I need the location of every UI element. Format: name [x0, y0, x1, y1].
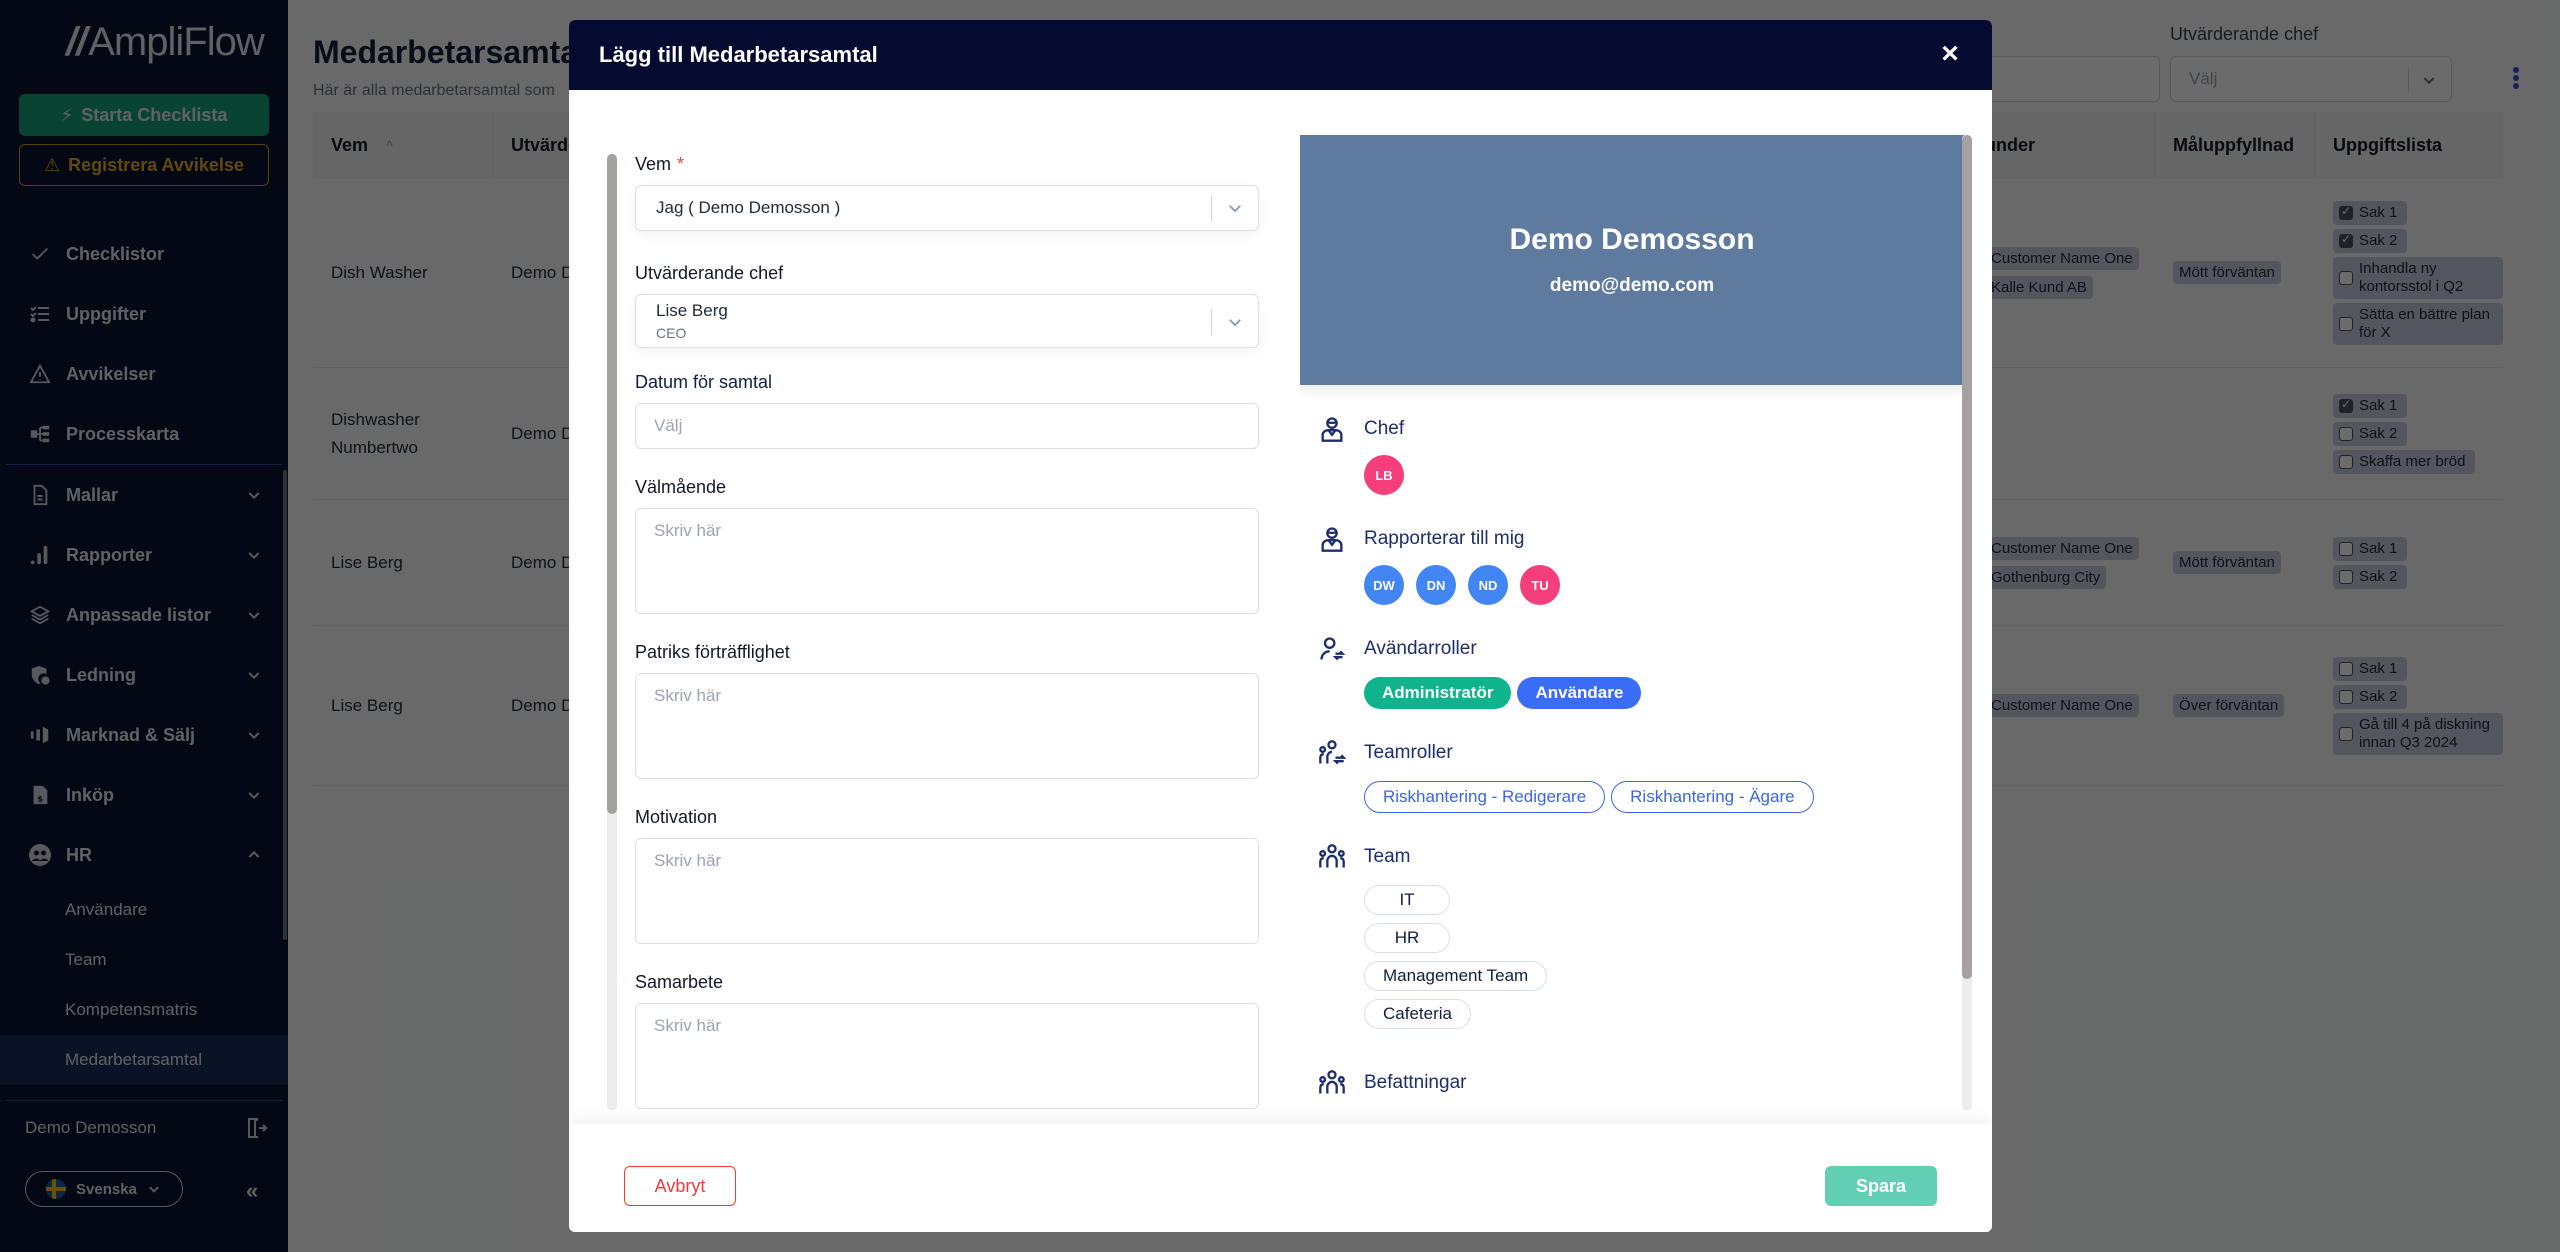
- teams-list: IT HR Management Team Cafeteria: [1364, 885, 1964, 1029]
- profile-panel: Demo Demosson demo@demo.com Chef LB Rapp…: [1300, 135, 1964, 1110]
- field-patriks-fortrafflighet: Patriks förträfflighet Skriv här: [635, 642, 1259, 779]
- date-placeholder: Välj: [654, 416, 683, 435]
- vem-value: Jag ( Demo Demosson ): [656, 198, 841, 217]
- required-marker: *: [677, 154, 685, 174]
- chef-title: CEO: [656, 325, 687, 341]
- section-positions: Befattningar: [1300, 1069, 1964, 1097]
- section-teams: Team IT HR Management Team Cafeteria: [1300, 843, 1964, 1029]
- field-valmaende: Välmående Skriv här: [635, 477, 1259, 614]
- close-icon[interactable]: ×: [1936, 39, 1964, 69]
- field-motivation: Motivation Skriv här: [635, 807, 1259, 944]
- team-badge: IT: [1364, 885, 1450, 915]
- vem-label-text: Vem: [635, 154, 672, 174]
- team-role-badge: Riskhantering - Ägare: [1611, 781, 1814, 813]
- manager-icon: [1321, 527, 1343, 552]
- textarea-placeholder: Skriv här: [654, 686, 722, 705]
- profile-name: Demo Demosson: [1509, 223, 1755, 256]
- motivation-textarea[interactable]: Skriv här: [635, 838, 1259, 944]
- vem-select[interactable]: Jag ( Demo Demosson ): [635, 185, 1259, 231]
- textarea-label: Patriks förträfflighet: [635, 642, 790, 662]
- form-scrollbar-thumb[interactable]: [607, 154, 617, 814]
- textarea-label: Samarbete: [635, 972, 724, 992]
- chef-avatars: LB: [1364, 455, 1964, 495]
- modal-body: Vem * Jag ( Demo Demosson ) Utvärderande …: [569, 90, 1992, 1124]
- modal-title: Lägg till Medarbetarsamtal: [599, 42, 878, 67]
- section-title: Befattningar: [1364, 1072, 1467, 1093]
- date-label: Datum för samtal: [635, 372, 773, 392]
- section-team-roles: Teamroller Riskhantering - Redigerare Ri…: [1300, 739, 1964, 813]
- samarbete-textarea[interactable]: Skriv här: [635, 1003, 1259, 1109]
- section-title: Avändarroller: [1364, 638, 1477, 659]
- section-title: Teamroller: [1364, 742, 1453, 763]
- section-chef: Chef LB: [1300, 415, 1964, 495]
- textarea-placeholder: Skriv här: [654, 1016, 722, 1035]
- avatar[interactable]: DW: [1364, 565, 1404, 605]
- manager-icon: [1321, 417, 1343, 442]
- profile-email: demo@demo.com: [1549, 275, 1715, 296]
- role-badge: Administratör: [1364, 677, 1512, 709]
- field-date: Datum för samtal Välj: [635, 372, 1259, 449]
- appraisal-form: Vem * Jag ( Demo Demosson ) Utvärderande …: [635, 154, 1259, 1137]
- field-samarbete: Samarbete Skriv här: [635, 972, 1259, 1109]
- avatar[interactable]: LB: [1364, 455, 1404, 495]
- field-vem: Vem * Jag ( Demo Demosson ): [635, 154, 1259, 231]
- patriks-fortrafflighet-textarea[interactable]: Skriv här: [635, 673, 1259, 779]
- valmaende-textarea[interactable]: Skriv här: [635, 508, 1259, 614]
- textarea-placeholder: Skriv här: [654, 851, 722, 870]
- textarea-placeholder: Skriv här: [654, 521, 722, 540]
- user-roles-icon: [1320, 637, 1346, 661]
- avatar[interactable]: DN: [1416, 565, 1456, 605]
- section-title: Team: [1364, 846, 1411, 867]
- evaluating-manager-select[interactable]: Lise Berg CEO: [635, 294, 1259, 348]
- chef-value: Lise Berg: [656, 301, 728, 320]
- section-title: Rapporterar till mig: [1364, 528, 1525, 549]
- section-user-roles: Avändarroller Administratör Användare: [1300, 635, 1964, 709]
- chevron-down-icon: [1229, 205, 1241, 213]
- avatar[interactable]: TU: [1520, 565, 1560, 605]
- add-appraisal-modal: Lägg till Medarbetarsamtal × Vem * Jag ( …: [569, 20, 1992, 1232]
- textarea-label: Välmående: [635, 477, 727, 497]
- user-roles-list: Administratör Användare: [1364, 677, 1964, 709]
- team-icon: [1319, 1070, 1345, 1094]
- profile-banner: Demo Demosson demo@demo.com: [1300, 135, 1964, 385]
- team-icon: [1319, 844, 1345, 868]
- team-roles-icon: [1319, 740, 1346, 765]
- save-button[interactable]: Spara: [1825, 1166, 1937, 1206]
- section-title: Chef: [1364, 418, 1405, 439]
- modal-header: Lägg till Medarbetarsamtal ×: [569, 20, 1992, 90]
- chevron-down-icon: [1229, 319, 1241, 327]
- select-separator: [1211, 309, 1212, 335]
- textarea-label: Motivation: [635, 807, 718, 827]
- select-separator: [1211, 196, 1212, 222]
- avatar[interactable]: ND: [1468, 565, 1508, 605]
- profile-scrollbar-thumb[interactable]: [1962, 135, 1972, 979]
- date-input[interactable]: Välj: [635, 403, 1259, 449]
- team-roles-list: Riskhantering - Redigerare Riskhantering…: [1364, 781, 1964, 813]
- cancel-button[interactable]: Avbryt: [624, 1166, 736, 1206]
- role-badge: Användare: [1517, 677, 1642, 709]
- team-role-badge: Riskhantering - Redigerare: [1364, 781, 1606, 813]
- field-chef: Utvärderande chef Lise Berg CEO: [635, 263, 1259, 348]
- modal-footer: Avbryt Spara: [569, 1124, 1992, 1232]
- reports-avatars: DW DN ND TU: [1364, 565, 1964, 605]
- vem-label: Vem *: [635, 154, 1259, 175]
- chef-label: Utvärderande chef: [635, 263, 784, 283]
- team-badge: Management Team: [1364, 961, 1548, 991]
- team-badge: Cafeteria: [1364, 999, 1471, 1029]
- section-reports: Rapporterar till mig DW DN ND TU: [1300, 525, 1964, 605]
- team-badge: HR: [1364, 923, 1450, 953]
